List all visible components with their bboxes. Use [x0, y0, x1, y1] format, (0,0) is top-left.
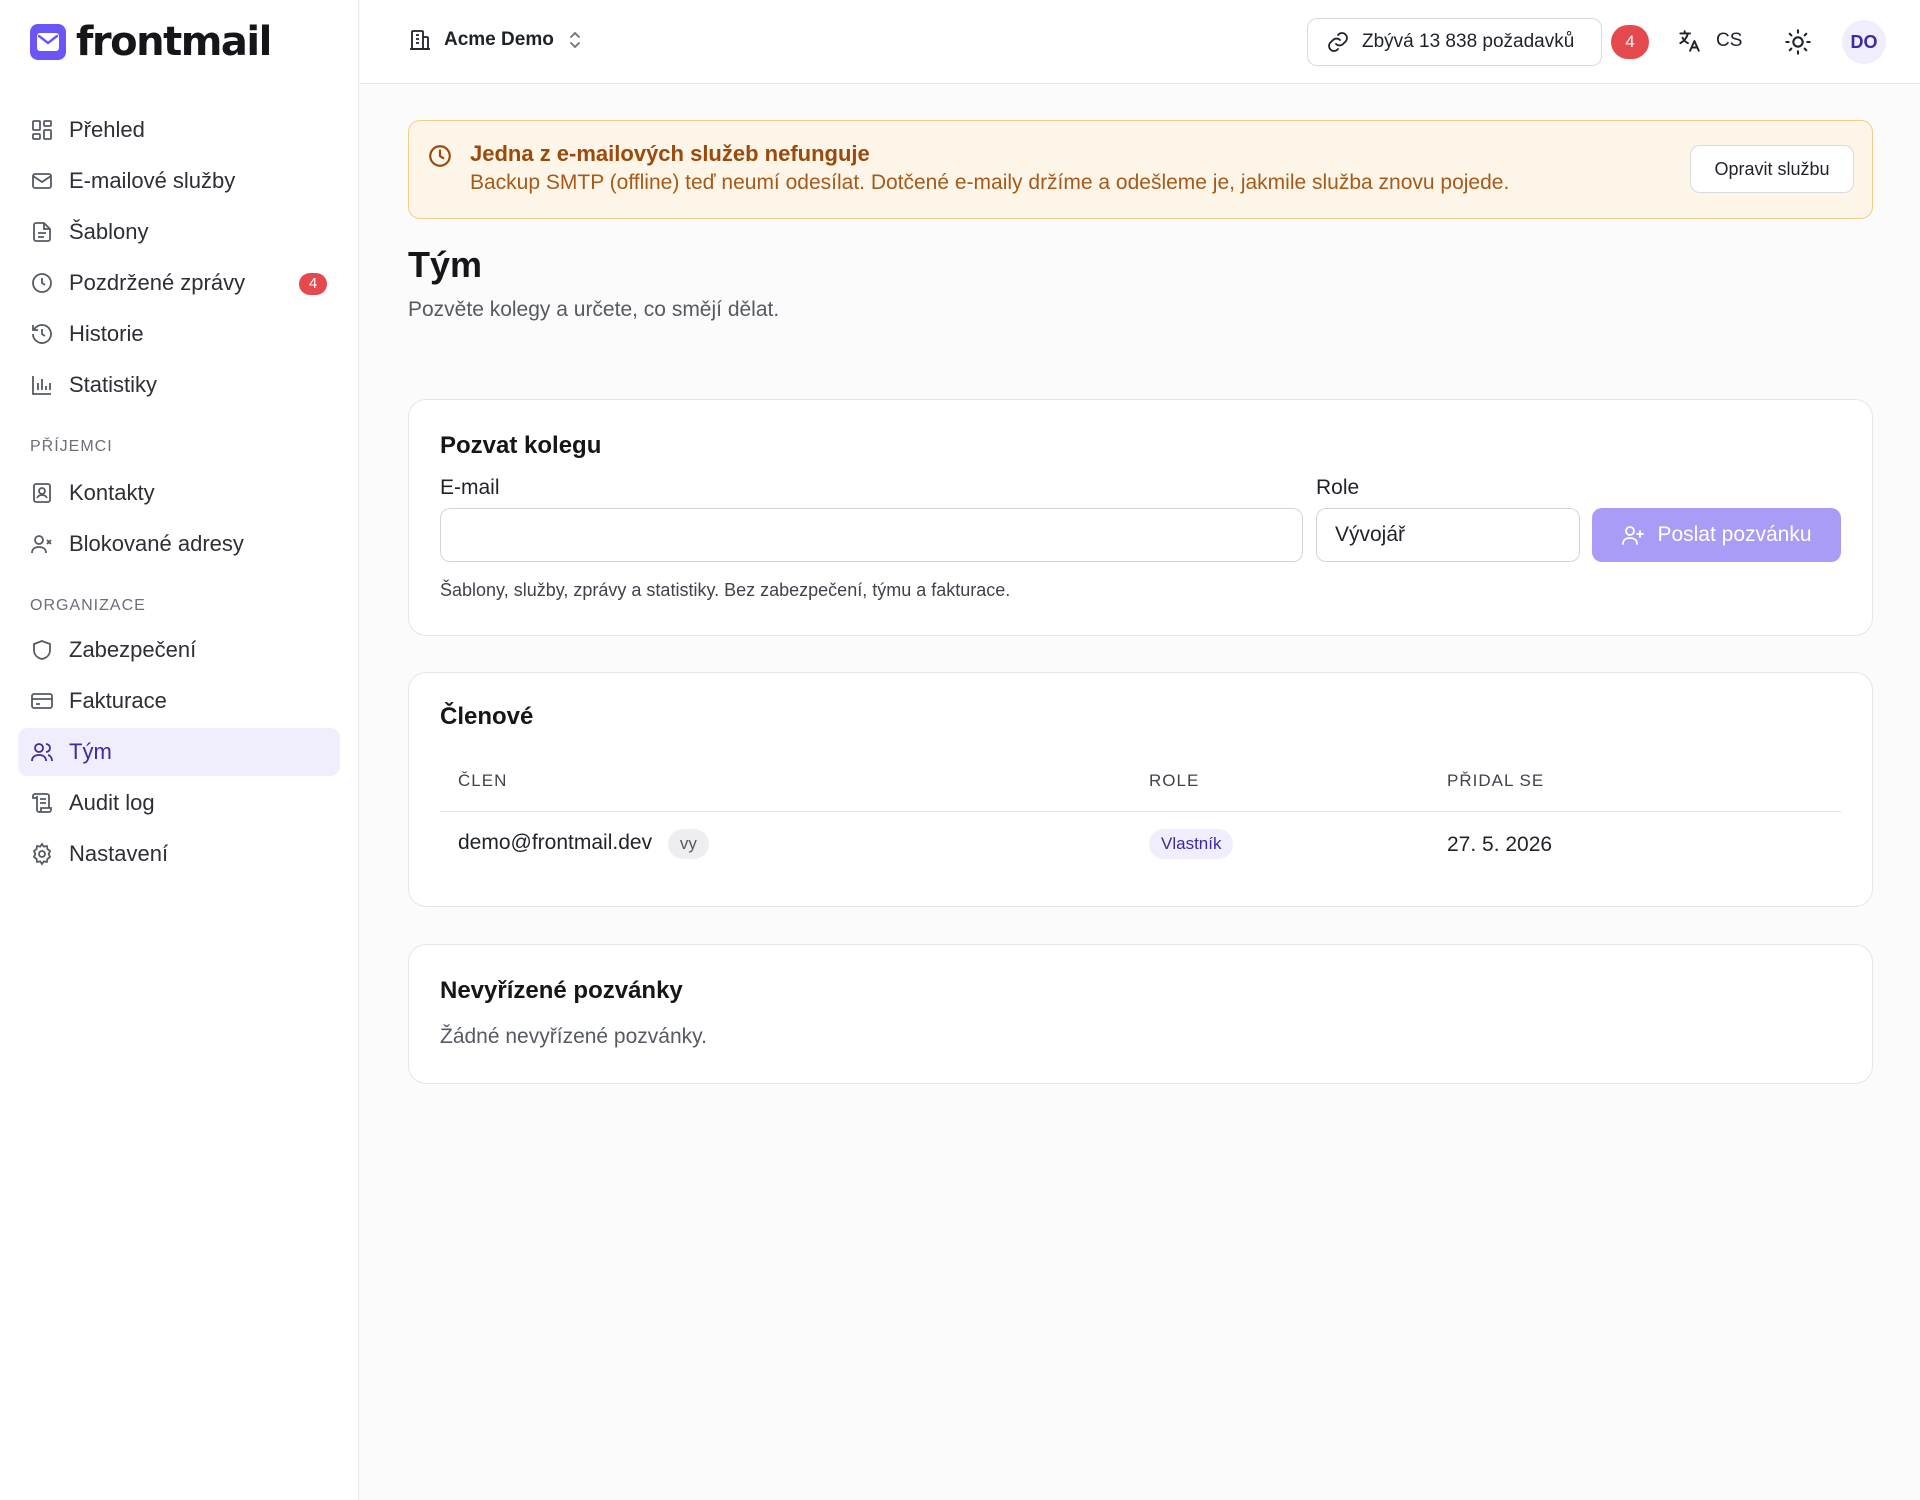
user-plus-icon	[1622, 526, 1645, 545]
column-header-joined: PŘIDAL SE	[1447, 771, 1545, 790]
sidebar-item-billing[interactable]: Fakturace	[18, 677, 340, 725]
member-joined-date: 27. 5. 2026	[1447, 833, 1553, 856]
sidebar-item-email-services[interactable]: E-mailové služby	[18, 157, 340, 205]
sidebar-item-templates[interactable]: Šablony	[18, 208, 340, 256]
pending-empty-text: Žádné nevyřízené pozvánky.	[440, 1025, 707, 1048]
you-badge: vy	[667, 829, 709, 859]
members-card: Členové ČLEN ROLE PŘIDAL SE demo@frontma…	[408, 672, 1873, 907]
sidebar-item-audit-log[interactable]: Audit log	[18, 779, 340, 827]
page-subtitle: Pozvěte kolegy a určete, co smějí dělat.	[408, 298, 780, 321]
language-code: CS	[1716, 30, 1743, 51]
sidebar-item-label: Kontakty	[69, 480, 155, 505]
notification-badge[interactable]: 4	[1611, 25, 1649, 59]
quota-text: Zbývá 13 838 požadavků	[1362, 31, 1575, 52]
topbar: Acme Demo Zbývá 13 838 požadavků 4 CS DO	[360, 0, 1920, 84]
invite-title: Pozvat kolegu	[440, 432, 602, 459]
section-organization: ORGANIZACE	[30, 597, 146, 614]
sidebar-item-label: Tým	[69, 739, 112, 764]
section-recipients: PŘÍJEMCI	[30, 438, 113, 455]
column-header-role: ROLE	[1149, 771, 1200, 790]
send-invite-label: Poslat pozvánku	[1657, 523, 1812, 546]
sidebar-item-history[interactable]: Historie	[18, 310, 340, 358]
sidebar-item-label: Nastavení	[69, 841, 169, 866]
credit-card-icon	[31, 693, 53, 709]
bar-chart-icon	[32, 376, 51, 395]
users-icon	[31, 743, 53, 762]
sidebar-item-security[interactable]: Zabezpečení	[18, 626, 340, 674]
translate-icon	[1679, 30, 1700, 52]
role-badge: Vlastník	[1149, 829, 1234, 859]
sidebar-item-label: Pozdržené zprávy	[69, 270, 246, 295]
avatar[interactable]: DO	[1842, 20, 1886, 64]
org-switcher[interactable]: Acme Demo	[408, 28, 584, 52]
sidebar-item-statistics[interactable]: Statistiky	[18, 361, 340, 409]
sidebar-nav: Přehled E-mailové služby Šablony Pozdrže…	[18, 106, 340, 881]
logo-mail-icon	[30, 24, 66, 60]
logo-text: frontmail	[76, 19, 272, 65]
alert-text: Backup SMTP (offline) teď neumí odesílat…	[470, 171, 1510, 194]
sidebar-item-label: Statistiky	[69, 372, 158, 397]
role-hint: Šablony, služby, zprávy a statistiky. Be…	[440, 580, 1011, 600]
service-alert: Jedna z e-mailových služeb nefunguje Bac…	[408, 120, 1873, 219]
sidebar-item-label: Přehled	[69, 117, 145, 142]
user-x-icon	[31, 535, 52, 554]
pending-invites-card: Nevyřízené pozvánky Žádné nevyřízené poz…	[408, 944, 1873, 1084]
held-count-badge: 4	[299, 273, 327, 295]
page-title: Tým	[408, 244, 483, 285]
clock-icon	[32, 273, 52, 293]
member-role-cell: Vlastník	[1149, 829, 1234, 859]
sidebar-item-contacts[interactable]: Kontakty	[18, 469, 340, 517]
member-email: demo@frontmail.dev	[458, 831, 653, 854]
logo[interactable]: frontmail	[30, 19, 272, 65]
contact-card-icon	[33, 483, 51, 503]
pending-title: Nevyřízené pozvánky	[440, 977, 683, 1004]
sidebar-item-label: Audit log	[69, 790, 155, 815]
sidebar-item-team[interactable]: Tým	[18, 728, 340, 776]
gear-icon	[32, 842, 52, 866]
file-text-icon	[33, 222, 51, 242]
email-field[interactable]	[440, 508, 1303, 562]
sidebar-item-label: Zabezpečení	[69, 637, 197, 662]
dashboard-icon	[32, 120, 52, 140]
sidebar-item-label: Historie	[69, 321, 144, 346]
table-divider	[440, 811, 1841, 812]
table-row: demo@frontmail.dev vy	[458, 829, 709, 859]
org-name: Acme Demo	[444, 29, 554, 50]
sidebar-item-label: Šablony	[69, 219, 149, 244]
shield-icon	[33, 640, 51, 660]
language-switcher[interactable]: CS	[1676, 28, 1742, 54]
quota-button[interactable]: Zbývá 13 838 požadavků	[1307, 18, 1602, 66]
scroll-icon	[32, 793, 52, 813]
column-header-member: ČLEN	[458, 771, 508, 790]
members-title: Členové	[440, 703, 534, 730]
sidebar-item-held-messages[interactable]: Pozdržené zprávy 4	[18, 259, 340, 307]
email-label: E-mail	[440, 476, 500, 499]
chevron-up-down-icon	[569, 32, 580, 48]
history-icon	[32, 324, 52, 344]
building-icon	[410, 30, 430, 50]
role-select[interactable]: Vývojář	[1316, 508, 1580, 562]
role-label: Role	[1316, 476, 1360, 499]
sidebar-item-blocked[interactable]: Blokované adresy	[18, 520, 340, 568]
sun-icon[interactable]	[1784, 28, 1812, 56]
sidebar-item-overview[interactable]: Přehled	[18, 106, 340, 154]
link-icon	[1328, 32, 1348, 52]
invite-card: Pozvat kolegu E-mail Role Vývojář Poslat…	[408, 399, 1873, 636]
sidebar-item-settings[interactable]: Nastavení	[18, 830, 340, 878]
sidebar-item-label: Fakturace	[69, 688, 167, 713]
alert-title: Jedna z e-mailových služeb nefunguje	[470, 141, 870, 166]
clock-icon	[429, 145, 451, 167]
sidebar-item-label: E-mailové služby	[69, 168, 236, 193]
fix-service-button[interactable]: Opravit službu	[1690, 145, 1854, 193]
sidebar-item-label: Blokované adresy	[69, 531, 244, 556]
send-invite-button[interactable]: Poslat pozvánku	[1592, 508, 1841, 562]
mail-icon	[32, 173, 52, 189]
sidebar: frontmail Přehled E-mailové služby Šablo…	[0, 0, 359, 1500]
